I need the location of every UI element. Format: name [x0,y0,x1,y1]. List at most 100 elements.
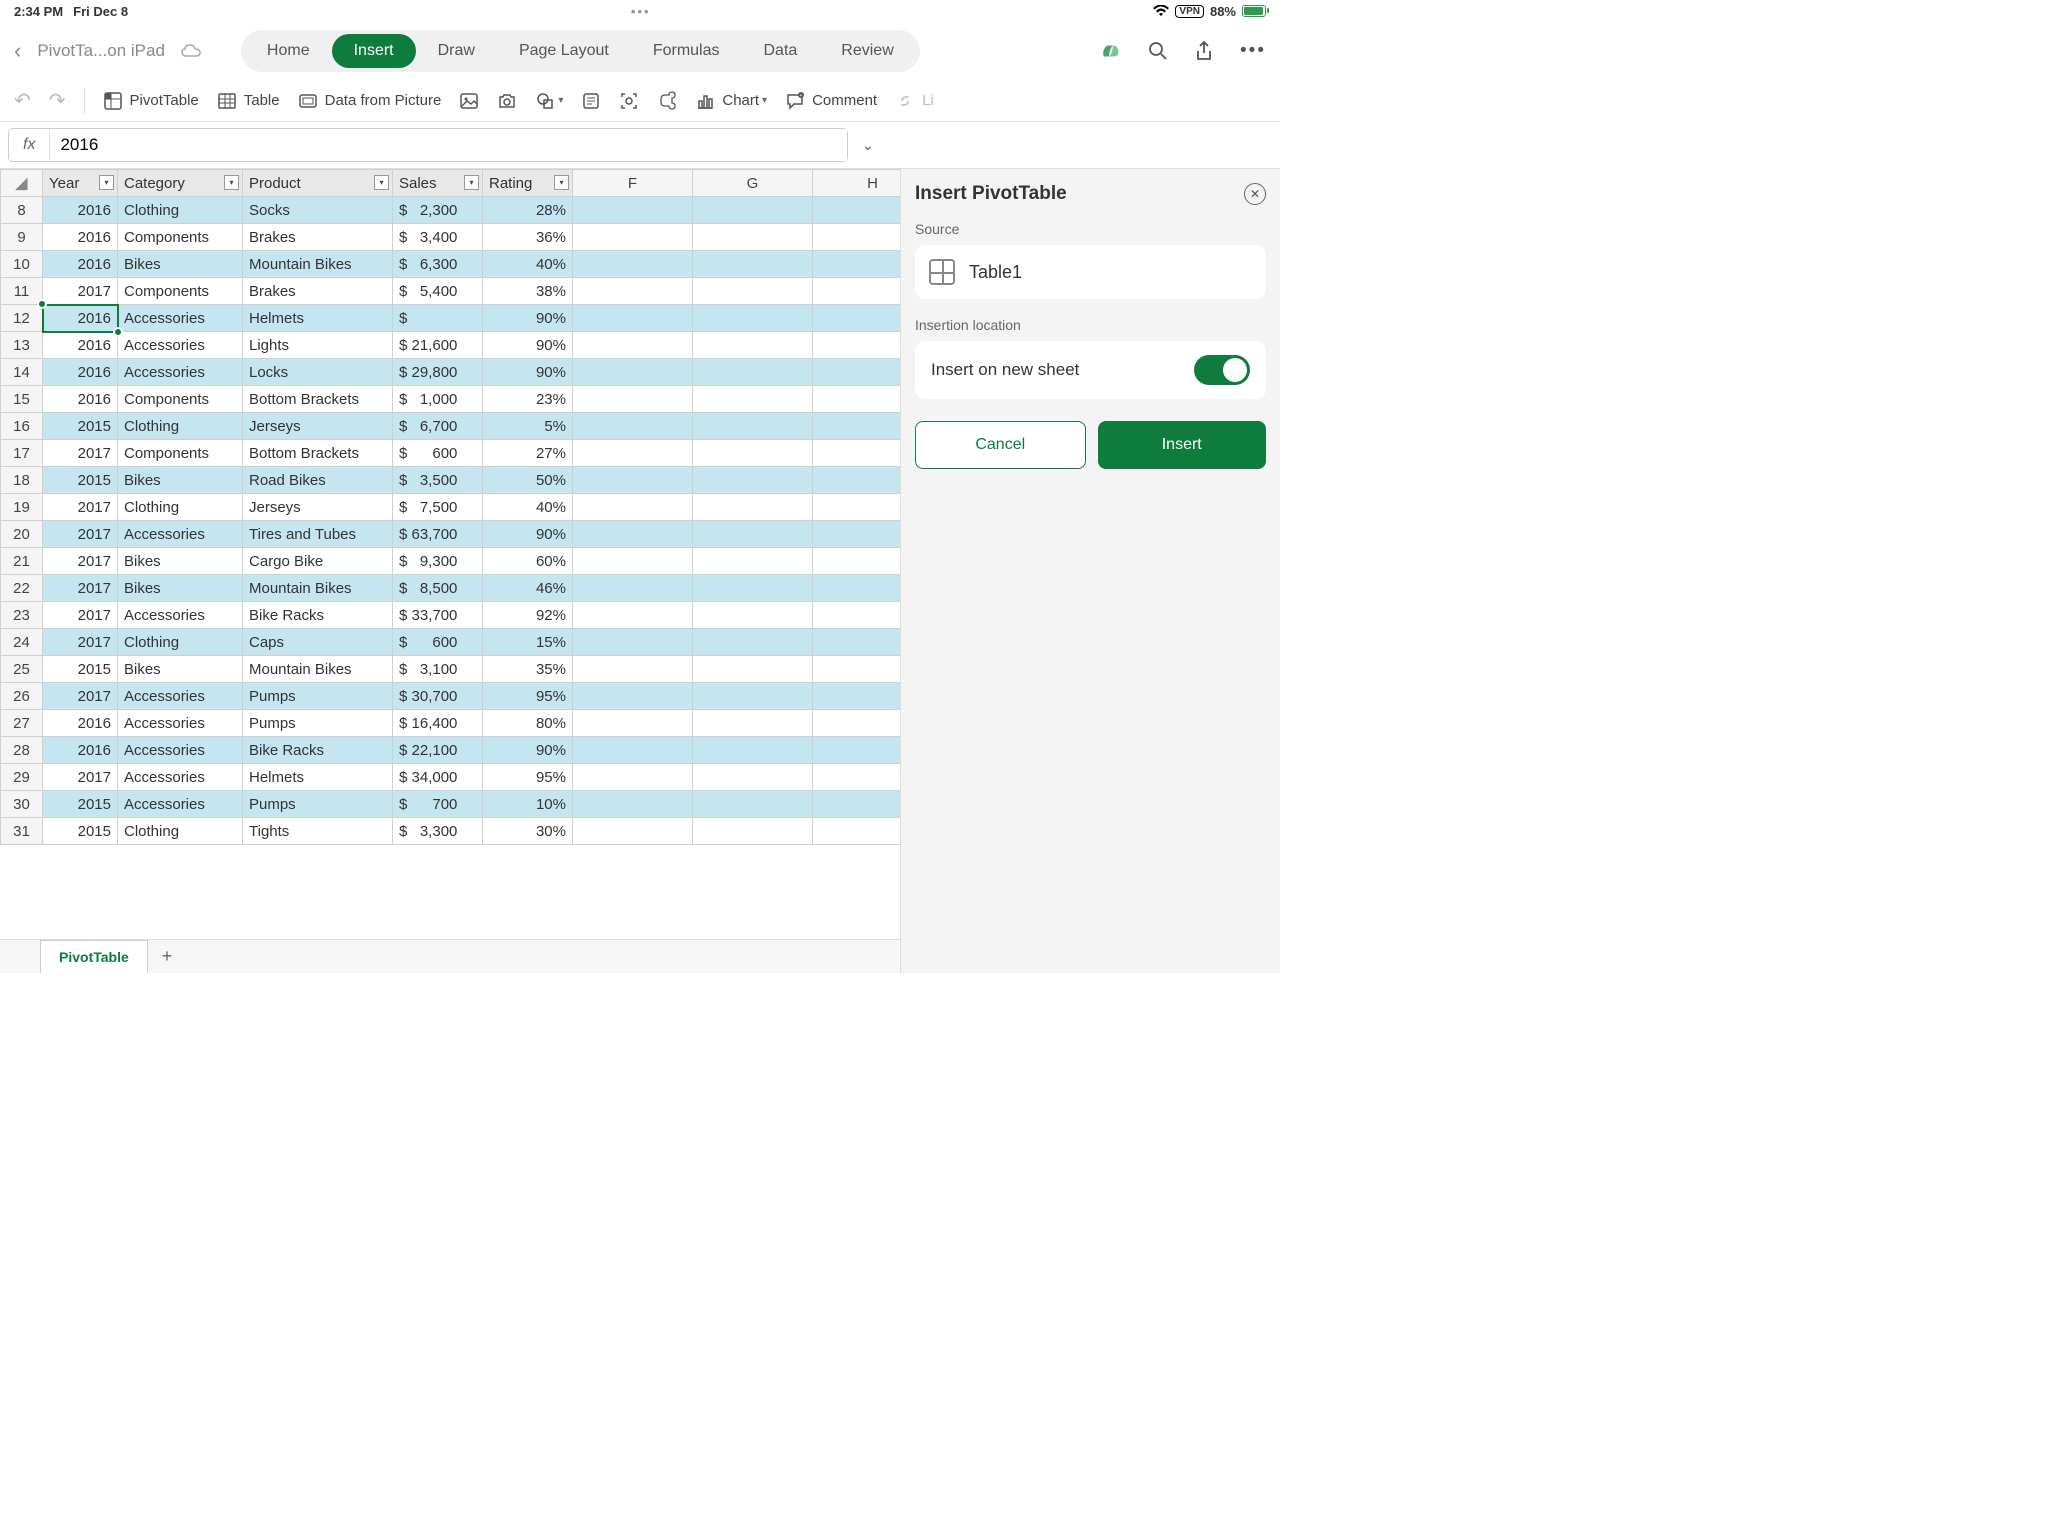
expand-formula-icon[interactable]: ⌄ [862,137,874,154]
cell[interactable] [693,359,813,386]
cell[interactable]: $ 16,400 [393,710,483,737]
cell[interactable]: 2016 [43,332,118,359]
cell[interactable]: 5% [483,413,573,440]
column-H[interactable]: H [813,170,901,197]
column-header-sales[interactable]: Sales▾ [393,170,483,197]
cell[interactable] [813,224,901,251]
cell[interactable]: 95% [483,683,573,710]
cell[interactable]: Components [118,386,243,413]
cell[interactable]: 35% [483,656,573,683]
cell[interactable]: Accessories [118,305,243,332]
cell[interactable]: Mountain Bikes [243,575,393,602]
cell[interactable]: Bottom Brackets [243,386,393,413]
cell[interactable]: 15% [483,629,573,656]
row-header[interactable]: 22 [1,575,43,602]
cell[interactable]: Jerseys [243,413,393,440]
select-all-corner[interactable]: ◢ [1,170,43,197]
cell[interactable]: 2016 [43,359,118,386]
column-header-category[interactable]: Category▾ [118,170,243,197]
cell[interactable]: 2017 [43,548,118,575]
cell[interactable] [813,818,901,845]
cell[interactable] [693,197,813,224]
column-G[interactable]: G [693,170,813,197]
cell[interactable] [573,386,693,413]
cell[interactable]: 2016 [43,224,118,251]
document-title[interactable]: PivotTa...on iPad [37,41,165,61]
tab-review[interactable]: Review [819,34,915,68]
more-icon[interactable]: ••• [1240,40,1266,62]
cancel-button[interactable]: Cancel [915,421,1086,469]
textbox-icon[interactable] [581,91,601,111]
row-header[interactable]: 8 [1,197,43,224]
cell[interactable]: $ 29,800 [393,359,483,386]
cell[interactable] [693,710,813,737]
row-header[interactable]: 21 [1,548,43,575]
cell[interactable]: Clothing [118,413,243,440]
row-header[interactable]: 29 [1,764,43,791]
cell[interactable]: $ 3,400 [393,224,483,251]
cell[interactable]: Jerseys [243,494,393,521]
addin-icon[interactable] [657,91,677,111]
cell[interactable] [693,818,813,845]
cell[interactable]: Bike Racks [243,602,393,629]
cell[interactable]: Road Bikes [243,467,393,494]
cell[interactable]: 2016 [43,251,118,278]
cell[interactable] [813,521,901,548]
pictures-icon[interactable] [459,91,479,111]
search-icon[interactable] [1148,41,1168,61]
cell[interactable]: 2017 [43,575,118,602]
cell[interactable]: 40% [483,494,573,521]
cell[interactable]: Lights [243,332,393,359]
cell[interactable]: 23% [483,386,573,413]
cell[interactable]: 28% [483,197,573,224]
cell[interactable]: Pumps [243,710,393,737]
cell[interactable]: 2017 [43,764,118,791]
data-from-picture-button[interactable]: Data from Picture [298,91,442,111]
cell[interactable]: Accessories [118,359,243,386]
cell[interactable] [813,683,901,710]
cell[interactable]: Clothing [118,494,243,521]
cell[interactable] [573,656,693,683]
table-button[interactable]: Table [217,91,280,111]
cell[interactable] [573,521,693,548]
cell[interactable] [573,413,693,440]
cell[interactable]: Accessories [118,332,243,359]
cell[interactable] [573,278,693,305]
fx-label[interactable]: fx [9,130,50,160]
row-header[interactable]: 16 [1,413,43,440]
cell[interactable] [813,413,901,440]
cell[interactable]: $ 2,300 [393,197,483,224]
insert-button[interactable]: Insert [1098,421,1267,469]
scan-icon[interactable] [619,91,639,111]
cell[interactable]: $ 8,500 [393,575,483,602]
row-header[interactable]: 26 [1,683,43,710]
tab-insert[interactable]: Insert [332,34,416,68]
cell[interactable] [573,683,693,710]
cell[interactable]: 80% [483,710,573,737]
cell[interactable]: Bottom Brackets [243,440,393,467]
cell[interactable]: Caps [243,629,393,656]
column-header-product[interactable]: Product▾ [243,170,393,197]
camera-icon[interactable] [497,91,517,111]
column-header-year[interactable]: Year▾ [43,170,118,197]
cell[interactable]: $ 34,000 [393,764,483,791]
cell[interactable] [813,575,901,602]
cell[interactable]: 2015 [43,818,118,845]
cell[interactable] [693,683,813,710]
cell[interactable]: 2015 [43,791,118,818]
cell[interactable]: $ 9,300 [393,548,483,575]
cell[interactable] [693,413,813,440]
tab-draw[interactable]: Draw [416,34,497,68]
link-button[interactable]: Li [895,91,934,111]
cell[interactable]: Accessories [118,764,243,791]
cell[interactable] [573,359,693,386]
cell[interactable]: $ [393,305,483,332]
tab-data[interactable]: Data [742,34,820,68]
cell[interactable] [693,764,813,791]
cell[interactable]: Tires and Tubes [243,521,393,548]
tab-home[interactable]: Home [245,34,332,68]
add-sheet-button[interactable]: + [148,938,187,973]
cell[interactable]: 40% [483,251,573,278]
pivottable-button[interactable]: PivotTable [103,91,199,111]
cell[interactable] [693,656,813,683]
